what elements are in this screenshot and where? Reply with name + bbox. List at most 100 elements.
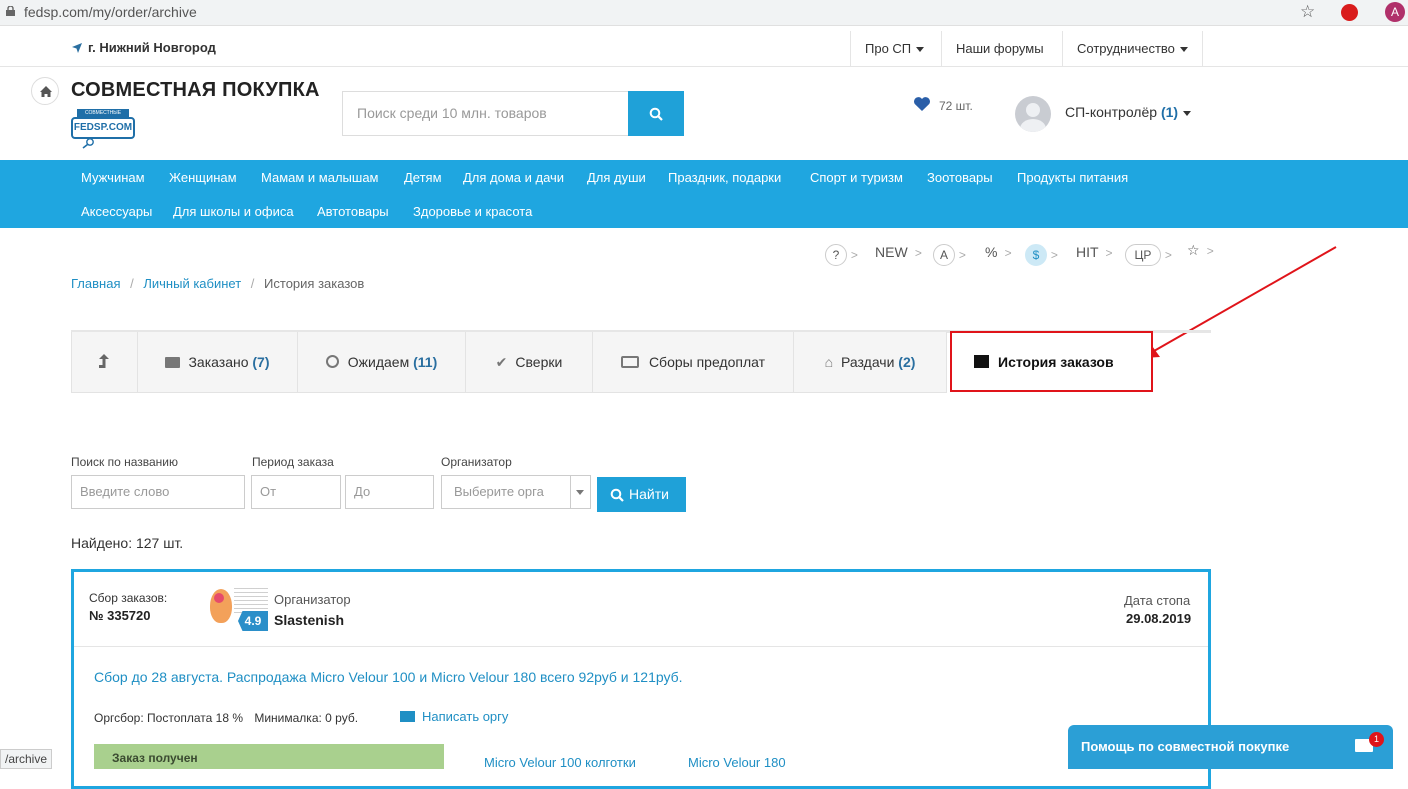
- results-count: Найдено: 127 шт.: [71, 535, 184, 551]
- tab-checks-label: Сверки: [515, 354, 563, 370]
- menu-item-men[interactable]: Мужчинам: [81, 170, 145, 185]
- envelope-icon: [400, 711, 415, 722]
- tab-waiting[interactable]: Ожидаем (11): [297, 332, 466, 393]
- menu-item-holiday[interactable]: Праздник, подарки: [668, 170, 781, 185]
- menu-item-home[interactable]: Для дома и дачи: [463, 170, 564, 185]
- filter-new-label: NEW: [875, 244, 908, 260]
- filter-help[interactable]: ? >: [825, 244, 858, 266]
- menu-item-accessories[interactable]: Аксессуары: [81, 204, 152, 219]
- organizer-select[interactable]: Выберите орга: [441, 475, 591, 509]
- organizer-rating: 4.9: [238, 611, 268, 631]
- nav-about-sp[interactable]: Про СП: [850, 31, 938, 67]
- lock-icon: [6, 6, 15, 16]
- organizer-name[interactable]: Slastenish: [274, 612, 344, 628]
- date-to-input[interactable]: До: [345, 475, 434, 509]
- menu-item-food[interactable]: Продукты питания: [1017, 170, 1128, 185]
- tab-collapse[interactable]: [71, 332, 138, 393]
- menu-item-school[interactable]: Для школы и офиса: [173, 204, 294, 219]
- name-search-input[interactable]: Введите слово: [71, 475, 245, 509]
- tab-ordered[interactable]: Заказано (7): [137, 332, 298, 393]
- stop-date: 29.08.2019: [1126, 611, 1192, 626]
- arrow-up-icon: [99, 354, 109, 368]
- menu-item-pets[interactable]: Зоотовары: [927, 170, 993, 185]
- nav-cooperation-label: Сотрудничество: [1077, 41, 1175, 56]
- search-input[interactable]: Поиск среди 10 млн. товаров: [342, 91, 629, 136]
- logo-small-text: СОВМЕСТНЫЕ ПОКУПКИ: [77, 109, 129, 124]
- organizer-select-value: Выберите орга: [454, 484, 544, 499]
- tab-history[interactable]: История заказов: [950, 331, 1153, 392]
- menu-item-kids[interactable]: Детям: [404, 170, 442, 185]
- menu-item-sport[interactable]: Спорт и туризм: [810, 170, 903, 185]
- favorites-count[interactable]: 72 шт.: [939, 99, 973, 113]
- name-search-label: Поиск по названию: [71, 455, 179, 469]
- breadcrumb-separator: /: [250, 276, 255, 291]
- site-logo[interactable]: СОВМЕСТНЫЕ ПОКУПКИ FEDSP.COM: [71, 109, 137, 149]
- clock-icon: [325, 355, 339, 368]
- breadcrumb-cabinet[interactable]: Личный кабинет: [143, 276, 241, 291]
- nav-forums[interactable]: Наши форумы: [941, 31, 1058, 67]
- order-terms: Оргсбор: Постоплата 18 % Минималка: 0 ру…: [94, 711, 358, 725]
- separator: >: [1050, 248, 1058, 262]
- username-label: СП-контролёр: [1065, 104, 1158, 120]
- adblock-icon[interactable]: [1341, 4, 1358, 21]
- profile-avatar[interactable]: A: [1385, 2, 1405, 22]
- separator: >: [911, 246, 922, 260]
- filter-percent[interactable]: % >: [985, 244, 1012, 264]
- find-button[interactable]: Найти: [597, 477, 686, 512]
- magnifier-icon: [82, 138, 94, 149]
- url-text[interactable]: fedsp.com/my/order/archive: [24, 4, 197, 20]
- fee-label: Оргсбор:: [94, 711, 144, 725]
- chevron-down-icon: [916, 47, 925, 53]
- menu-item-women[interactable]: Женщинам: [169, 170, 237, 185]
- browser-address-bar: fedsp.com/my/order/archive ☆ A: [0, 0, 1408, 26]
- search-button[interactable]: [628, 91, 684, 136]
- find-button-label: Найти: [629, 486, 669, 502]
- filter-new[interactable]: NEW >: [875, 244, 922, 264]
- site-brand[interactable]: СОВМЕСТНАЯ ПОКУПКА: [71, 79, 320, 102]
- tab-waiting-count: (11): [413, 354, 438, 370]
- help-chat-widget[interactable]: Помощь по совместной покупке: [1068, 725, 1393, 769]
- breadcrumb-separator: /: [130, 276, 134, 291]
- location-arrow-icon: [72, 43, 82, 53]
- city-selector[interactable]: г. Нижний Новгород: [88, 40, 216, 55]
- nav-forums-label: Наши форумы: [956, 41, 1044, 56]
- tab-prepay[interactable]: Сборы предоплат: [592, 332, 794, 393]
- breadcrumb-current: История заказов: [264, 276, 365, 291]
- menu-item-moms[interactable]: Мамам и малышам: [261, 170, 379, 185]
- date-from-input[interactable]: От: [251, 475, 341, 509]
- min-label: Минималка:: [254, 711, 322, 725]
- menu-item-health[interactable]: Здоровье и красота: [413, 204, 532, 219]
- order-title-link[interactable]: Сбор до 28 августа. Распродажа Micro Vel…: [94, 669, 683, 685]
- separator: >: [850, 248, 858, 262]
- write-organizer-link[interactable]: Написать оргу: [400, 709, 508, 724]
- tab-pickup-count: (2): [898, 354, 916, 370]
- fee-value: Постоплата 18 %: [147, 711, 243, 725]
- menu-item-auto[interactable]: Автотовары: [317, 204, 389, 219]
- heart-icon[interactable]: [913, 96, 931, 112]
- user-avatar[interactable]: [1015, 96, 1051, 132]
- bookmark-star-icon[interactable]: ☆: [1300, 2, 1315, 22]
- nav-cooperation[interactable]: Сотрудничество: [1062, 31, 1203, 67]
- cart-icon: [165, 357, 181, 368]
- order-number[interactable]: № 335720: [89, 608, 150, 623]
- filter-dollar[interactable]: $ >: [1025, 244, 1058, 266]
- filter-a[interactable]: A >: [933, 244, 966, 266]
- user-count: (1): [1160, 104, 1179, 120]
- tab-waiting-label: Ожидаем: [347, 354, 410, 370]
- home-button[interactable]: [31, 77, 59, 105]
- chevron-down-icon: [1183, 110, 1192, 116]
- filter-hit-label: HIT: [1076, 244, 1099, 260]
- menu-item-soul[interactable]: Для души: [587, 170, 646, 185]
- organizer-avatar[interactable]: 4.9: [208, 583, 270, 635]
- user-menu[interactable]: СП-контролёр (1): [1065, 104, 1192, 120]
- breadcrumb-home[interactable]: Главная: [71, 276, 120, 291]
- stop-date-label: Дата стопа: [1124, 593, 1191, 608]
- logo-text: FEDSP.COM: [71, 117, 135, 139]
- item-link[interactable]: Micro Velour 100 колготки: [484, 755, 636, 770]
- card-divider: [74, 646, 1208, 647]
- tab-pickup[interactable]: ⌂ Раздачи (2): [793, 332, 947, 393]
- filter-hit[interactable]: HIT >: [1076, 244, 1113, 264]
- item-link[interactable]: Micro Velour 180: [688, 755, 786, 770]
- min-value: 0 руб.: [325, 711, 359, 725]
- tab-checks[interactable]: ✔ Сверки: [465, 332, 593, 393]
